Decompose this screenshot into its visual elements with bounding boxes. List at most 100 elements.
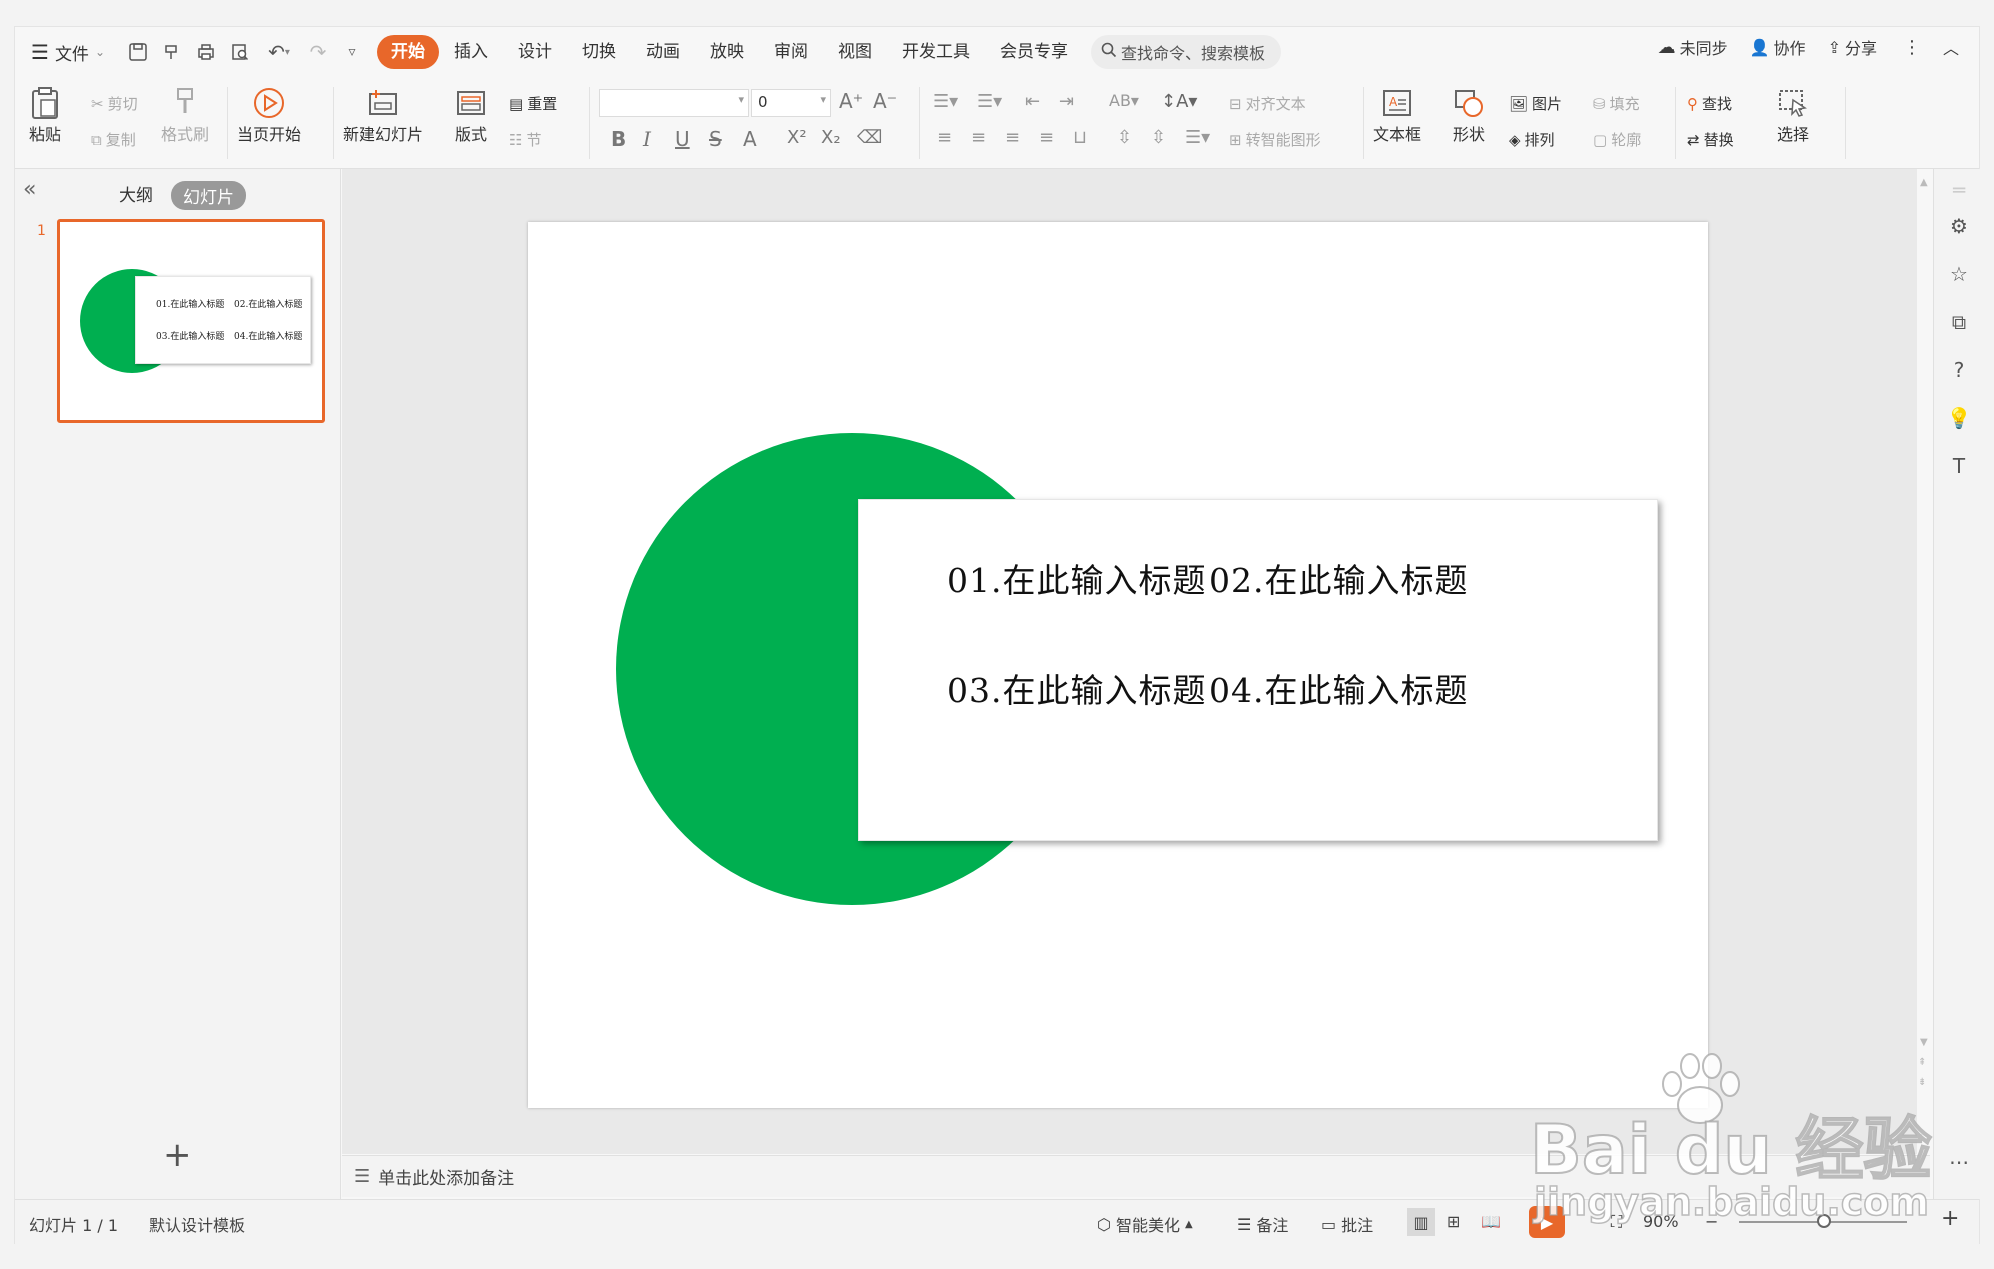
print-preview-icon[interactable] (225, 37, 255, 67)
notes-toggle-button[interactable]: ☰ 备注 (1237, 1212, 1288, 1236)
tab-review[interactable]: 审阅 (759, 35, 823, 69)
picture-button[interactable]: 🖼 图片 (1509, 93, 1562, 114)
tab-outline[interactable]: 大纲 (119, 181, 153, 206)
distribute-icon[interactable]: ⊔ (1073, 127, 1087, 148)
help-icon[interactable]: ? (1946, 357, 1972, 383)
bullets-icon[interactable]: ☰▾ (933, 91, 958, 112)
new-slide-button[interactable]: 新建幻灯片 (343, 85, 423, 145)
line-spacing-icon[interactable]: ↕A▾ (1161, 91, 1197, 112)
properties-icon[interactable]: ⚙ (1946, 213, 1972, 239)
section-button[interactable]: ☷ 节 (509, 129, 541, 150)
prev-slide-icon[interactable]: ⇞ (1918, 1057, 1926, 1068)
textbox-button[interactable]: A 文本框 (1373, 85, 1421, 145)
file-menu[interactable]: ☰ 文件 ⌄ (21, 35, 115, 69)
design-template[interactable]: 默认设计模板 (149, 1212, 245, 1236)
font-color-icon[interactable]: A (743, 127, 757, 151)
next-slide-icon[interactable]: ⇟ (1918, 1077, 1926, 1088)
outline-button[interactable]: ▢ 轮廓 (1593, 129, 1641, 150)
undo-icon[interactable]: ↶ ▾ (259, 37, 299, 67)
copy-button[interactable]: ⧉ 复制 (91, 129, 136, 150)
zoom-in-icon[interactable]: + (1941, 1206, 1959, 1231)
subscript-icon[interactable]: X₂ (821, 127, 841, 148)
tab-slideshow[interactable]: 放映 (695, 35, 759, 69)
fit-window-icon[interactable]: ⛶ (1611, 1212, 1622, 1232)
title-item-2[interactable]: 02.在此输入标题 (1209, 554, 1468, 602)
tab-design[interactable]: 设计 (503, 35, 567, 69)
arrange-button[interactable]: ◈ 排列 (1509, 129, 1555, 150)
add-slide-icon[interactable]: + (163, 1135, 192, 1175)
numbering-icon[interactable]: ☰▾ (977, 91, 1002, 112)
align-center-icon[interactable]: ≡ (971, 127, 986, 148)
paste-button[interactable]: 粘贴 (25, 85, 65, 145)
strikethrough-icon[interactable]: S (709, 127, 722, 151)
italic-icon[interactable]: I (643, 127, 651, 151)
tab-transitions[interactable]: 切换 (567, 35, 631, 69)
justify-icon[interactable]: ≡ (1039, 127, 1054, 148)
slideshow-play-icon[interactable]: ▶ (1529, 1206, 1565, 1238)
text-direction-icon[interactable]: AB▾ (1109, 91, 1139, 110)
tab-member[interactable]: 会员专享 (985, 35, 1083, 69)
increase-indent-icon[interactable]: ⇥ (1059, 91, 1074, 112)
layout-button[interactable]: 版式 (451, 85, 491, 145)
slide-sorter-icon[interactable]: ⊞ (1447, 1212, 1460, 1231)
tab-developer[interactable]: 开发工具 (887, 35, 985, 69)
title-textbox[interactable]: 01.在此输入标题 02.在此输入标题 03.在此输入标题 04.在此输入标题 (858, 499, 1658, 841)
title-item-3[interactable]: 03.在此输入标题 (947, 664, 1206, 712)
find-button[interactable]: ⚲ 查找 (1687, 93, 1732, 114)
format-painter-quick-icon[interactable] (157, 37, 187, 67)
save-icon[interactable] (123, 37, 153, 67)
customize-quick-access-icon[interactable]: ▿ (337, 37, 367, 67)
comments-button[interactable]: ▭ 批注 (1321, 1212, 1373, 1236)
columns-icon[interactable]: ⇳ (1151, 127, 1166, 148)
reading-view-icon[interactable]: 📖 (1481, 1212, 1501, 1231)
notes-bar[interactable]: ☰ 单击此处添加备注 (342, 1155, 1930, 1197)
zoom-slider-thumb[interactable] (1817, 1214, 1831, 1228)
grow-font-icon[interactable]: A⁺ (839, 89, 863, 113)
cut-button[interactable]: ✂ 剪切 (91, 93, 138, 114)
bold-icon[interactable]: B (611, 127, 626, 151)
clear-format-icon[interactable]: ⌫ (857, 127, 882, 148)
decrease-indent-icon[interactable]: ⇤ (1025, 91, 1040, 112)
slide-canvas[interactable]: 01.在此输入标题 02.在此输入标题 03.在此输入标题 04.在此输入标题 (528, 222, 1708, 1108)
redo-icon[interactable]: ↷ (303, 37, 333, 67)
underline-icon[interactable]: U (675, 127, 690, 151)
superscript-icon[interactable]: X² (787, 127, 807, 148)
font-name-select[interactable]: ▾ (599, 89, 749, 117)
select-button[interactable]: 选择 (1773, 85, 1813, 145)
slide-thumbnail[interactable]: 01.在此输入标题 02.在此输入标题 03.在此输入标题 04.在此输入标题 (57, 219, 325, 423)
normal-view-icon[interactable]: ▥ (1407, 1208, 1435, 1236)
star-icon[interactable]: ☆ (1946, 261, 1972, 287)
zoom-level[interactable]: 90% (1643, 1212, 1679, 1231)
smart-shape-button[interactable]: ⊞ 转智能图形 (1229, 129, 1321, 150)
tab-slides[interactable]: 幻灯片 (171, 181, 246, 210)
line-spacing-2-icon[interactable]: ☰▾ (1185, 127, 1210, 148)
share-button[interactable]: ⇪ 分享 (1828, 35, 1877, 59)
align-left-icon[interactable]: ≡ (937, 127, 952, 148)
fill-button[interactable]: ⛁ 填充 (1593, 93, 1640, 114)
command-search-input[interactable]: 查找命令、搜索模板 (1091, 35, 1281, 69)
collaborate-button[interactable]: 👤 协作 (1750, 35, 1806, 59)
replace-button[interactable]: ⇄ 替换 (1687, 129, 1734, 150)
copy-slide-icon[interactable]: ⧉ (1946, 309, 1972, 335)
font-size-select[interactable]: 0 ▾ (751, 89, 831, 117)
tab-home[interactable]: 开始 (377, 35, 439, 69)
align-text-button[interactable]: ⊟ 对齐文本 (1229, 93, 1306, 114)
format-painter-button[interactable]: 格式刷 (161, 85, 209, 145)
play-from-current-button[interactable]: 当页开始 (237, 85, 301, 145)
scroll-down-icon[interactable]: ▼ (1920, 1037, 1928, 1048)
smart-beautify-button[interactable]: ⬡ 智能美化 ▲ (1097, 1212, 1193, 1236)
collapse-ribbon-icon[interactable]: ︿ (1943, 35, 1959, 59)
zoom-out-icon[interactable]: − (1705, 1212, 1718, 1231)
shape-button[interactable]: 形状 (1449, 85, 1489, 145)
tab-animations[interactable]: 动画 (631, 35, 695, 69)
paragraph-spacing-icon[interactable]: ⇳ (1117, 127, 1132, 148)
text-icon[interactable]: T (1946, 453, 1972, 479)
title-item-1[interactable]: 01.在此输入标题 (947, 554, 1206, 602)
reset-button[interactable]: ▤ 重置 (509, 93, 557, 114)
title-item-4[interactable]: 04.在此输入标题 (1209, 664, 1468, 712)
tab-view[interactable]: 视图 (823, 35, 887, 69)
sync-status[interactable]: ☁ 未同步 (1658, 35, 1728, 59)
more-options-icon[interactable]: ⋯ (1946, 1149, 1972, 1175)
shrink-font-icon[interactable]: A⁻ (873, 89, 897, 113)
tab-insert[interactable]: 插入 (439, 35, 503, 69)
